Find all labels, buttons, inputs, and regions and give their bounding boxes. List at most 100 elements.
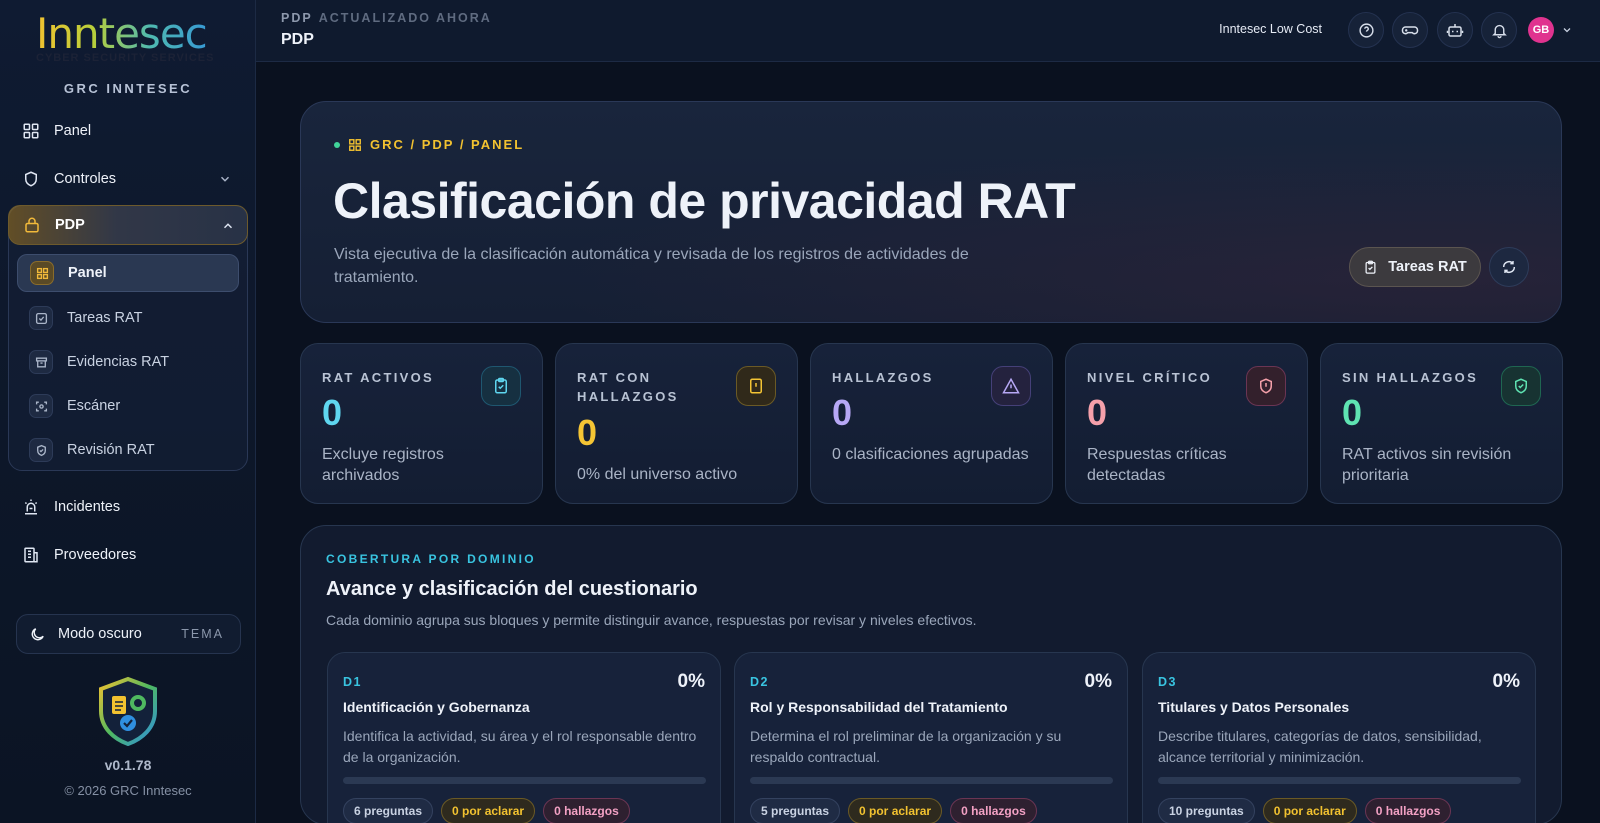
sidebar-subitem-revision-rat[interactable]: Revisión RAT [17,431,239,469]
kpi-label: RAT CON HALLAZGOS [577,370,679,404]
questions-badge: 5 preguntas [750,798,841,823]
kpi-description: 0% del universo activo [577,466,738,483]
sidebar-item-label: Proveedores [54,547,137,563]
domain-title: Rol y Responsabilidad del Tratamiento [750,699,1008,715]
assistant-button[interactable] [1437,12,1473,48]
pending-badge: 0 por aclarar [848,798,943,823]
hero-breadcrumb-text: GRC / PDP / PANEL [370,137,525,152]
sidebar-subitem-escaner[interactable]: Escáner [17,387,239,425]
hero-description: Vista ejecutiva de la clasificación auto… [334,246,969,286]
sidebar-item-label: Panel [54,123,92,139]
domain-card-d2[interactable]: D2 0% Rol y Responsabilidad del Tratamie… [734,652,1128,823]
domain-description: Determina el rol preliminar de la organi… [750,728,1062,765]
theme-label: Modo oscuro [58,626,142,642]
theme-tag: TEMA [181,627,224,641]
chevron-up-icon [223,223,233,229]
notifications-button[interactable] [1481,12,1517,48]
findings-badge: 0 hallazgos [950,798,1037,823]
building-icon [24,547,38,563]
sidebar-item-label: Incidentes [54,499,121,515]
findings-badge: 0 hallazgos [543,798,630,823]
kpi-description: Excluye registros archivados [322,446,444,484]
domain-percent: 0% [677,671,705,692]
grid-icon [23,123,39,139]
tareas-rat-button[interactable]: Tareas RAT [1349,247,1481,287]
shield-logo-icon [99,676,157,746]
sidebar-item-label: Controles [54,171,117,187]
kpi-hallazgos: HALLAZGOS 0 0 clasificaciones agrupadas [810,343,1053,504]
plan-name: Inntesec Low Cost [1219,22,1322,36]
brand-caption: GRC INNTESEC [63,81,193,96]
kpi-value: 0 [1087,392,1108,433]
sidebar-subitem-label: Revisión RAT [67,442,155,458]
domain-percent: 0% [1492,671,1520,692]
lock-icon [25,217,39,233]
sidebar-item-proveedores[interactable]: Proveedores [10,536,246,574]
kpi-label: RAT ACTIVOS [322,370,434,385]
breadcrumb-section: PDP [281,11,313,25]
kpi-value: 0 [1342,392,1363,433]
domain-description: Identifica la actividad, su área y el ro… [343,728,697,765]
shield-check-icon [1501,366,1541,406]
app-version: v0.1.78 [104,757,152,773]
alert-file-icon [736,366,776,406]
sidebar-subitem-panel[interactable]: Panel [17,254,239,292]
kpi-description: RAT activos sin revisión prioritaria [1342,446,1512,484]
scan-icon [29,394,53,418]
help-button[interactable] [1348,12,1384,48]
gamepad-icon [1401,26,1419,35]
domain-code: D2 [750,675,769,689]
kpi-rat-activos: RAT ACTIVOS 0 Excluye registros archivad… [300,343,543,504]
archive-icon [29,350,53,374]
domain-code: D1 [343,675,362,689]
sidebar-subitem-evidencias-rat[interactable]: Evidencias RAT [17,343,239,381]
questions-badge: 6 preguntas [343,798,434,823]
kpi-rat-con-hallazgos: RAT CON HALLAZGOS 0 0% del universo acti… [555,343,798,504]
kpi-description: 0 clasificaciones agrupadas [832,446,1029,463]
theme-toggle[interactable]: Modo oscuro TEMA [16,614,241,654]
feedback-button[interactable] [1392,12,1428,48]
sidebar-item-pdp[interactable]: PDP [8,205,248,245]
refresh-button[interactable] [1489,247,1529,287]
domain-percent: 0% [1084,671,1112,692]
sidebar-item-incidentes[interactable]: Incidentes [10,488,246,526]
siren-icon [24,499,38,515]
avatar[interactable]: GB [1528,17,1554,43]
bell-icon [1491,24,1507,38]
kpi-value: 0 [322,392,343,433]
refresh-icon [1502,260,1516,274]
breadcrumb: PDP ACTUALIZADO AHORA [281,11,492,25]
domain-card-d3[interactable]: D3 0% Titulares y Datos Personales Descr… [1142,652,1536,823]
sidebar: Inntesec CYBER SECURITY SERVICES GRC INN… [0,0,256,823]
questions-badge: 10 preguntas [1158,798,1255,823]
domain-progress-bar [343,777,706,784]
kpi-nivel-critico: NIVEL CRÍTICO 0 Respuestas críticas dete… [1065,343,1308,504]
sidebar-subitem-tareas-rat[interactable]: Tareas RAT [17,299,239,337]
domain-card-d1[interactable]: D1 0% Identificación y Gobernanza Identi… [327,652,721,823]
coverage-description: Cada dominio agrupa sus bloques y permit… [326,612,977,628]
grid-icon [30,261,54,285]
kpi-label: SIN HALLAZGOS [1342,370,1479,385]
help-icon [1358,22,1374,38]
shield-alert-icon [1246,366,1286,406]
domain-title: Identificación y Gobernanza [343,699,530,715]
kpi-description: Respuestas críticas detectadas [1087,446,1227,484]
hero-title: Clasificación de privacidad RAT [333,173,1076,229]
chevron-down-icon[interactable] [1561,24,1573,36]
copyright: © 2026 GRC Inntesec [64,783,192,798]
checkbox-icon [29,306,53,330]
kpi-value: 0 [577,412,598,453]
sidebar-subitem-label: Escáner [67,398,121,414]
clipboard-check-icon [481,366,521,406]
shield-icon [25,171,37,187]
logo[interactable]: Inntesec CYBER SECURITY SERVICES [36,10,226,66]
sidebar-item-controles[interactable]: Controles [10,160,246,198]
tareas-rat-button-label: Tareas RAT [1388,259,1467,275]
page-title: PDP [281,31,314,48]
coverage-kicker: COBERTURA POR DOMINIO [326,552,536,566]
sidebar-subitem-label: Panel [68,265,107,281]
status-dot [334,141,340,148]
clipboard-icon [1365,260,1376,274]
sidebar-item-panel[interactable]: Panel [10,112,246,150]
logo-text: Inntesec [36,10,226,58]
